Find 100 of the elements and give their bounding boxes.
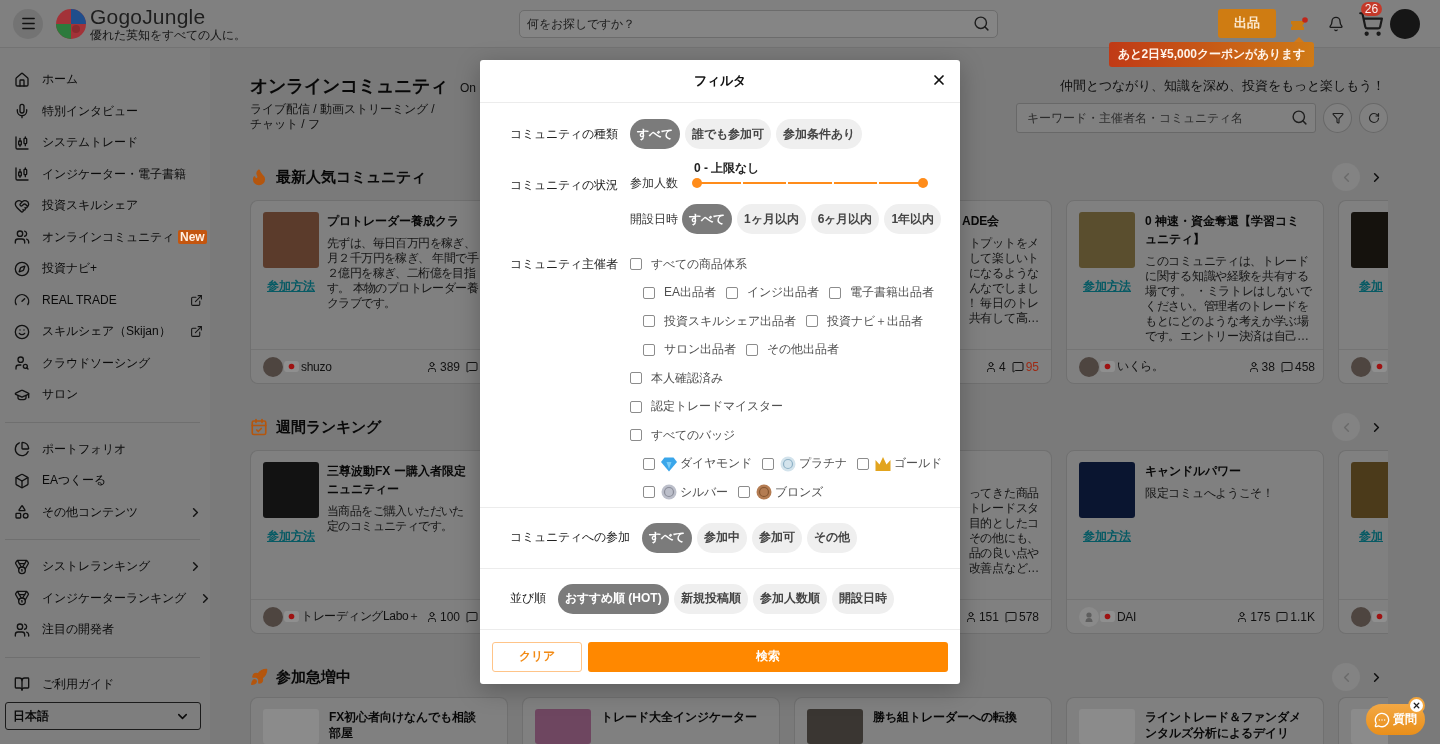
author-name[interactable]: トレーディングLabo＋ [301, 608, 421, 625]
checkbox[interactable] [630, 372, 642, 385]
checkbox[interactable] [643, 486, 655, 499]
search-field[interactable]: 何をお探しですか？ [519, 9, 998, 38]
avatar-icon[interactable] [1079, 606, 1099, 627]
checkbox[interactable] [857, 457, 869, 470]
card-title[interactable]: ADE会 [962, 212, 1039, 230]
menu-button[interactable] [13, 8, 43, 39]
sidebar-item[interactable]: シストレランキング [0, 551, 210, 583]
option-chip[interactable]: 新規投稿順 [673, 583, 748, 614]
checkbox[interactable] [746, 343, 758, 356]
checkbox[interactable] [829, 286, 841, 299]
card-title[interactable]: 勝ち組トレーダーへの転換 [873, 709, 1046, 725]
sidebar-item[interactable]: EAつくーる [0, 465, 210, 497]
filter-button[interactable] [1323, 103, 1352, 133]
language-select[interactable]: 日本語 [5, 702, 201, 730]
sidebar-item[interactable]: サロン [0, 379, 210, 411]
checkbox[interactable] [762, 457, 774, 470]
member-icon [984, 360, 997, 373]
card-title[interactable]: 三尊波動FX ー購入者限定 ニュニティー [327, 462, 480, 498]
option-chip[interactable]: 参加中 [697, 522, 747, 553]
sidebar-item[interactable]: スキルシェア（Skijan） [0, 316, 210, 348]
card-title[interactable]: キャンドルパワー [1145, 462, 1318, 480]
search-icon[interactable] [1291, 109, 1308, 126]
sidebar-item[interactable]: オンラインコミュニティ New [0, 221, 210, 253]
avatar-image[interactable] [1390, 8, 1420, 39]
refresh-button[interactable] [1359, 103, 1388, 133]
sidebar-item[interactable]: その他コンテンツ [0, 496, 210, 528]
author-name[interactable]: いくら。 [1117, 358, 1164, 375]
sidebar-item[interactable]: ポートフォリオ [0, 433, 210, 465]
option-chip[interactable]: 開設日時 [831, 583, 894, 614]
sidebar-item[interactable]: システムトレード [0, 127, 210, 159]
search-field[interactable]: キーワード・主催者名・コミュニティ名 [1016, 103, 1316, 133]
sidebar-item[interactable]: 特別インタビュー [0, 95, 210, 127]
diamond-icon [661, 455, 677, 472]
close-button[interactable] [1408, 697, 1425, 714]
avatar-image[interactable] [263, 356, 283, 377]
sidebar-item[interactable]: REAL TRADE [0, 284, 210, 316]
checkbox[interactable] [738, 486, 750, 499]
checkbox[interactable] [726, 286, 738, 299]
sidebar-item[interactable]: ホーム [0, 64, 210, 96]
option-chip[interactable]: その他 [807, 522, 857, 553]
option-chip[interactable]: すべて [642, 522, 692, 553]
bell-icon[interactable] [1328, 15, 1344, 32]
date-label: 開設日時 [630, 212, 679, 226]
checkbox[interactable] [630, 258, 642, 271]
avatar-image[interactable] [1351, 606, 1371, 627]
logo-icon[interactable] [55, 7, 87, 40]
sell-button[interactable]: 出品 [1218, 9, 1276, 38]
card-title[interactable]: プロトレーダー養成クラ [327, 212, 480, 230]
filter-label: コミュニティの状況 [510, 178, 619, 193]
option-chip[interactable]: すべて [630, 119, 680, 149]
card-title[interactable]: 0 神速・資金奪還【学習コミ ュニティ】 [1145, 212, 1318, 248]
thumbnail-image [535, 709, 591, 744]
avatar-image[interactable] [1351, 356, 1371, 377]
author-name[interactable]: DAI [1117, 609, 1137, 624]
search-icon[interactable] [973, 14, 990, 32]
page-subtitle: ライブ配信 / 動画ストリーミング / チャット / フ [250, 102, 436, 132]
slider-thumb[interactable] [692, 178, 702, 188]
option-chip[interactable]: 参加可 [752, 522, 802, 553]
cube-icon [14, 472, 30, 489]
logo-text[interactable]: GogoJungle [90, 5, 246, 28]
slider-track[interactable] [692, 178, 928, 188]
option-chip[interactable]: 1ヶ月以内 [737, 204, 806, 234]
card-title[interactable]: トレード大全インジケーター [601, 709, 774, 725]
checkbox-label: サロン出品者 [664, 341, 736, 359]
slider-thumb[interactable] [918, 178, 928, 188]
ticket-icon[interactable] [1290, 16, 1308, 31]
checkbox[interactable] [643, 315, 655, 328]
comment-icon [1011, 360, 1024, 373]
sidebar-item[interactable]: 投資ナビ+ [0, 253, 210, 285]
checkbox[interactable] [806, 315, 818, 328]
option-chip[interactable]: おすすめ順 (HOT) [558, 583, 669, 614]
card-title[interactable]: ライントレード＆ファンダメ ンタルズ分析によるデイリ [1145, 709, 1318, 741]
avatar-image[interactable] [263, 606, 283, 627]
author-name[interactable]: shuzo [301, 359, 332, 374]
sidebar-item[interactable]: クラウドソーシング [0, 347, 210, 379]
sidebar-item[interactable]: インジケーター・電子書籍 [0, 158, 210, 190]
card-title[interactable]: FX初心者向けなんでも相談 部屋 [329, 709, 502, 741]
checkbox[interactable] [643, 343, 655, 356]
avatar-image[interactable] [1079, 356, 1099, 377]
clear-button[interactable]: クリア [492, 641, 582, 672]
close-button[interactable] [931, 72, 947, 88]
checkbox[interactable] [643, 286, 655, 299]
checkbox[interactable] [643, 457, 655, 470]
option-chip[interactable]: 誰でも参加可 [685, 119, 771, 149]
sidebar-item[interactable]: 投資スキルシェア [0, 190, 210, 222]
checkbox[interactable] [630, 400, 642, 413]
option-chip[interactable]: 6ヶ月以内 [810, 204, 880, 234]
checkbox[interactable] [630, 429, 642, 442]
option-chip[interactable]: 1年以内 [884, 204, 942, 234]
sidebar-item[interactable]: 注目の開発者 [0, 614, 210, 646]
option-chip[interactable]: 参加人数順 [752, 583, 827, 614]
sidebar-item[interactable]: ご利用ガイド [0, 668, 210, 700]
flag-icon [1372, 361, 1387, 372]
option-chip[interactable]: 参加条件あり [776, 119, 862, 149]
option-chip[interactable]: すべて [682, 204, 732, 234]
sidebar-item[interactable]: インジケーターランキング [0, 582, 210, 614]
new-badge: New [178, 230, 207, 245]
member-icon [1236, 610, 1249, 623]
